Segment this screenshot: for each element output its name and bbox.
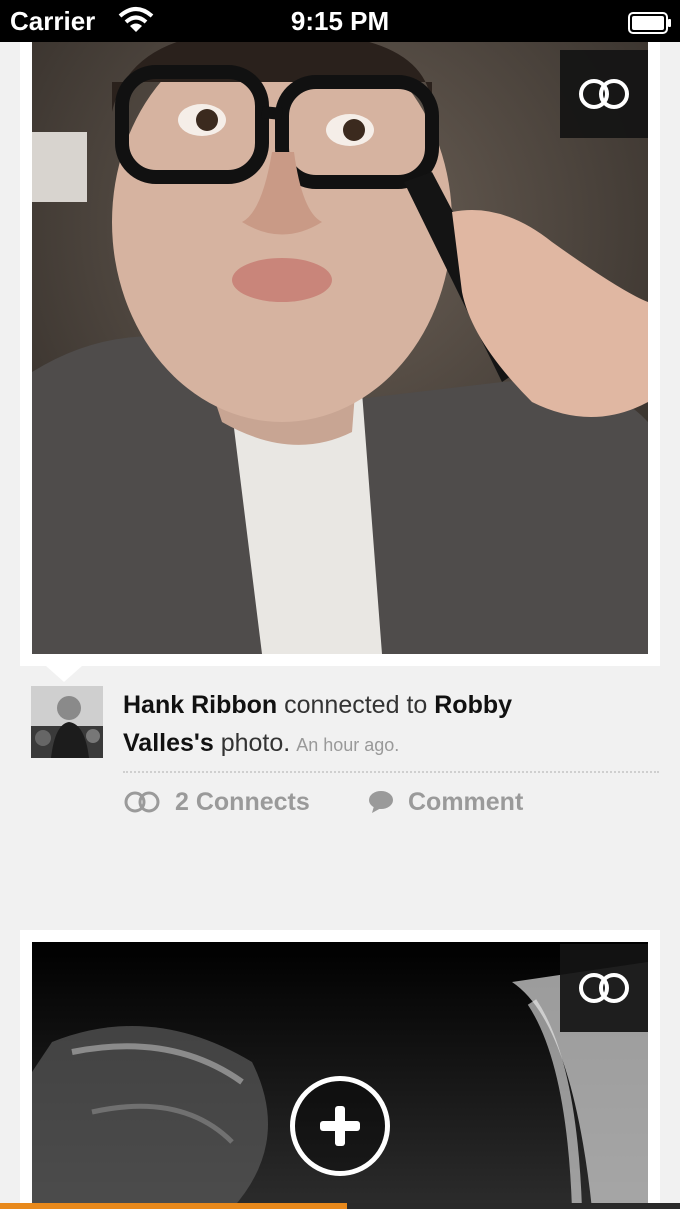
clock: 9:15 PM — [290, 6, 390, 36]
connect-button[interactable] — [560, 50, 648, 138]
divider — [123, 771, 659, 773]
timestamp: An hour ago. — [296, 735, 400, 755]
add-button[interactable] — [290, 1076, 390, 1176]
card-pointer — [46, 666, 82, 682]
comment-button[interactable]: Comment — [368, 784, 523, 820]
activity-feed[interactable]: Hank Ribbon connected to Robby Valles's … — [0, 42, 680, 1209]
connect-rings-icon — [579, 973, 629, 1003]
activity-text: Hank Ribbon connected to Robby Valles's … — [123, 686, 583, 764]
activity-object: photo. — [220, 729, 291, 757]
actor-name[interactable]: Hank Ribbon — [123, 691, 277, 719]
post-photo[interactable] — [32, 42, 648, 654]
activity-verb: connected to — [284, 691, 428, 719]
feed-card — [20, 42, 660, 666]
battery-icon — [628, 10, 672, 34]
scroll-progress-bar — [0, 1203, 680, 1209]
plus-icon — [320, 1106, 360, 1146]
status-bar: Carrier 9:15 PM — [0, 0, 680, 42]
comment-label: Comment — [408, 787, 524, 816]
connect-rings-icon — [124, 791, 160, 813]
connects-button[interactable]: 2 Connects — [123, 784, 310, 820]
avatar[interactable] — [31, 686, 103, 758]
speech-bubble-icon — [369, 791, 393, 813]
connect-button[interactable] — [560, 944, 648, 1032]
scroll-progress-fill — [0, 1203, 347, 1209]
connect-rings-icon — [579, 79, 629, 109]
connects-count-label: 2 Connects — [175, 787, 310, 816]
